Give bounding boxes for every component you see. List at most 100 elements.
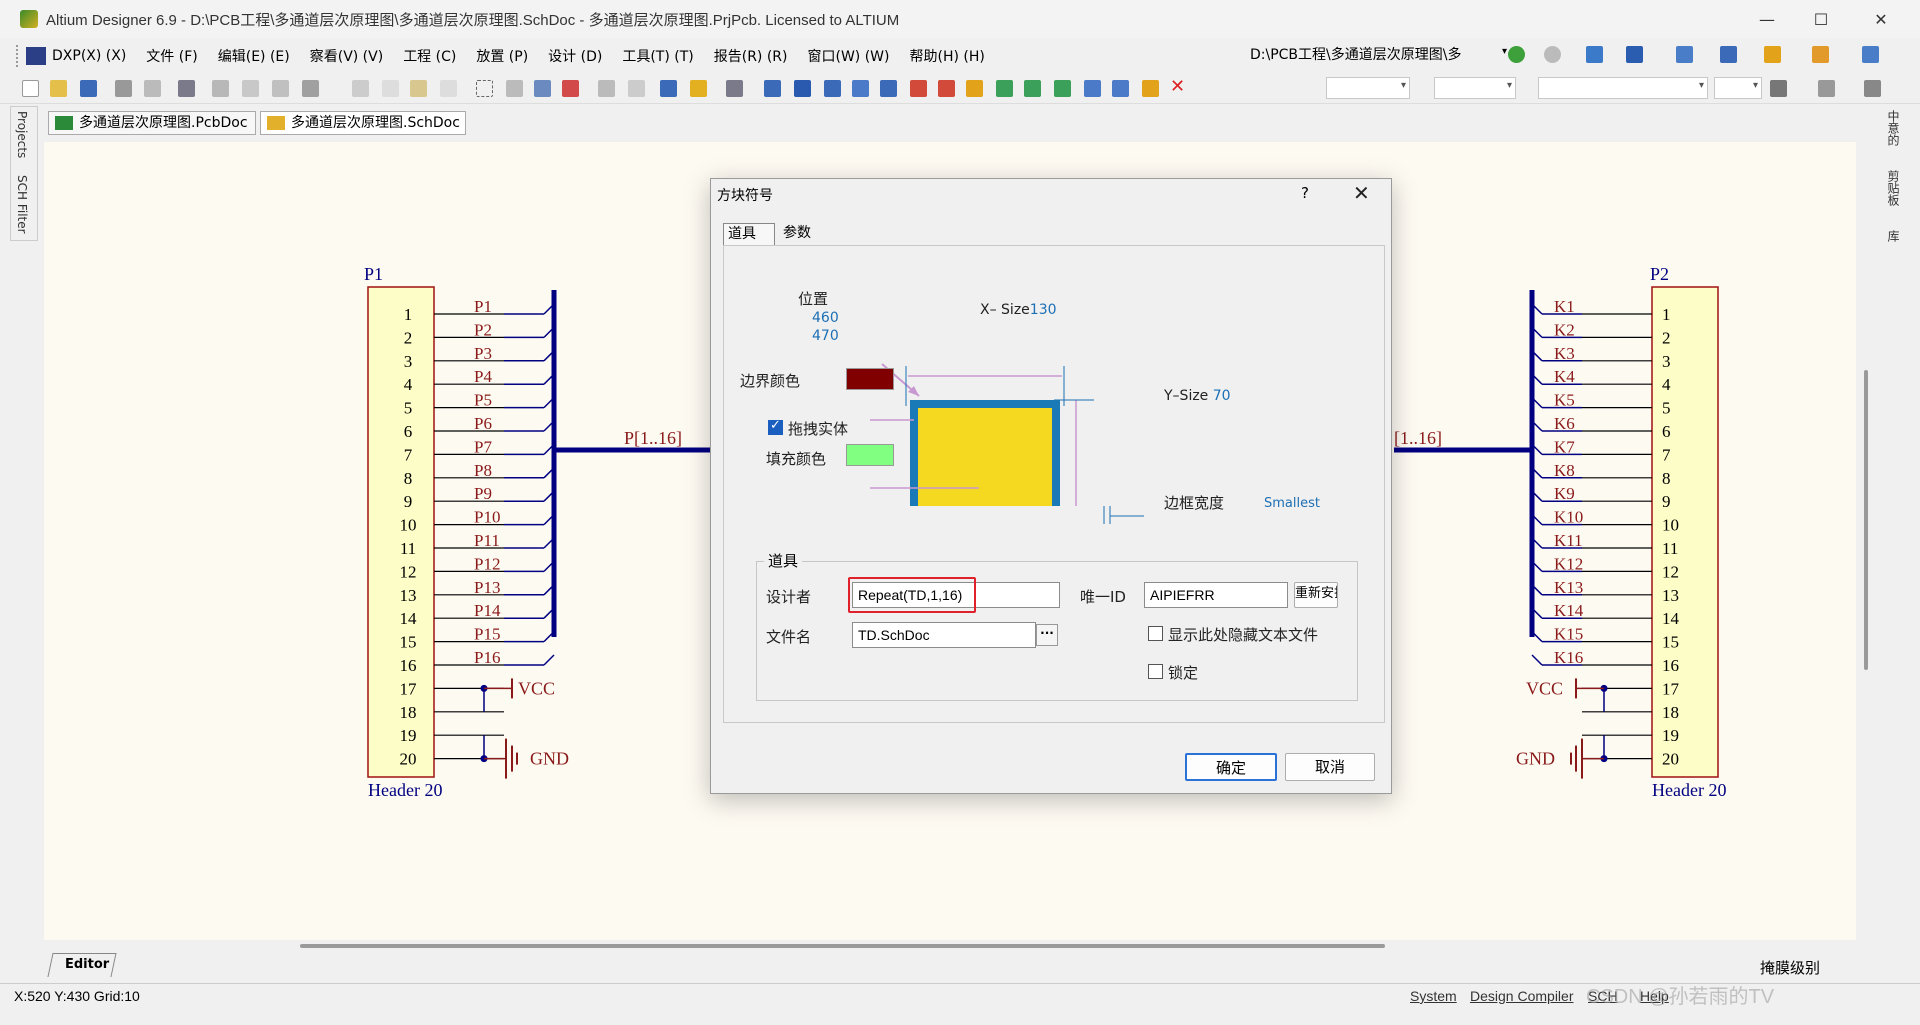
menu-design[interactable]: 设计 (D) bbox=[538, 46, 612, 66]
cut-icon[interactable] bbox=[352, 80, 369, 97]
place-wire-icon[interactable] bbox=[764, 80, 781, 97]
path-dropdown-icon[interactable]: ▾ bbox=[1502, 46, 1507, 57]
mask-level-label[interactable]: 掩膜级别 bbox=[1760, 957, 1820, 978]
place-harness-icon[interactable] bbox=[1084, 80, 1101, 97]
move-icon[interactable] bbox=[506, 80, 523, 97]
menu-file[interactable]: 文件 (F) bbox=[136, 46, 207, 66]
filter-combo-2[interactable] bbox=[1434, 77, 1516, 99]
back-icon[interactable] bbox=[1508, 46, 1525, 63]
library-panel-tab[interactable]: 库 bbox=[1885, 230, 1902, 242]
browse-library-icon[interactable] bbox=[726, 80, 743, 97]
tab-properties[interactable]: 道具 bbox=[723, 223, 775, 245]
horizontal-scrollbar[interactable] bbox=[300, 944, 1385, 948]
zoom-area-icon[interactable] bbox=[242, 80, 259, 97]
select-touching-icon[interactable] bbox=[534, 80, 551, 97]
grid-tool-icon[interactable] bbox=[1862, 46, 1879, 63]
bus-tool-icon[interactable] bbox=[1676, 46, 1693, 63]
zoom-options-icon[interactable] bbox=[302, 80, 319, 97]
clipboard-panel-tab[interactable]: 剪贴板 bbox=[1885, 170, 1902, 206]
xsize-value[interactable]: 130 bbox=[1030, 302, 1057, 318]
print-icon[interactable] bbox=[115, 80, 132, 97]
filter-combo-3[interactable] bbox=[1538, 77, 1708, 99]
editor-tab[interactable]: Editor bbox=[47, 953, 117, 977]
port-tool-icon[interactable] bbox=[1764, 46, 1781, 63]
deselect-icon[interactable] bbox=[562, 80, 579, 97]
favorites-panel-tab[interactable]: 中意的 bbox=[1885, 110, 1902, 146]
menu-reports[interactable]: 报告(R) (R) bbox=[704, 46, 798, 66]
menu-project[interactable]: 工程 (C) bbox=[393, 46, 466, 66]
place-device-sheet-icon[interactable] bbox=[1054, 80, 1071, 97]
place-port-icon[interactable] bbox=[1142, 80, 1159, 97]
place-netlabel-text-icon[interactable] bbox=[880, 80, 897, 97]
align-icon[interactable] bbox=[1864, 80, 1881, 97]
redo-icon[interactable] bbox=[628, 80, 645, 97]
close-window-button[interactable]: ✕ bbox=[1852, 0, 1910, 38]
menu-edit[interactable]: 编辑(E) (E) bbox=[208, 46, 300, 66]
copy-icon[interactable] bbox=[382, 80, 399, 97]
help-button[interactable]: ? bbox=[1301, 184, 1309, 202]
border-width-value[interactable]: Smallest bbox=[1264, 496, 1320, 511]
minimize-button[interactable]: — bbox=[1738, 0, 1796, 38]
fill-color-swatch[interactable] bbox=[846, 444, 894, 466]
home-icon[interactable] bbox=[1586, 46, 1603, 63]
filename-input[interactable]: TD.SchDoc bbox=[852, 622, 1036, 648]
rubber-stamp-icon[interactable] bbox=[440, 80, 457, 97]
place-harness-entry-icon[interactable] bbox=[1112, 80, 1129, 97]
open-project-icon[interactable] bbox=[178, 80, 195, 97]
place-sheet-symbol-icon[interactable] bbox=[996, 80, 1013, 97]
paste-icon[interactable] bbox=[410, 80, 427, 97]
ok-button[interactable]: 确定 bbox=[1185, 753, 1277, 781]
position-y-value[interactable]: 470 bbox=[812, 328, 839, 344]
new-doc-icon[interactable] bbox=[22, 80, 39, 97]
select-area-icon[interactable] bbox=[476, 80, 493, 97]
menu-tools[interactable]: 工具(T) (T) bbox=[612, 46, 703, 66]
ysize-value[interactable]: 70 bbox=[1213, 388, 1231, 404]
save-icon[interactable] bbox=[80, 80, 97, 97]
place-gnd-icon[interactable] bbox=[910, 80, 927, 97]
position-x-value[interactable]: 460 bbox=[812, 310, 839, 326]
directive-tool-icon[interactable] bbox=[1812, 46, 1829, 63]
tab-parameters[interactable]: 参数 bbox=[779, 223, 819, 245]
place-vcc-icon[interactable] bbox=[938, 80, 955, 97]
tab-schdoc[interactable]: 多通道层次原理图.SchDoc bbox=[260, 111, 466, 135]
toolbar-grip[interactable] bbox=[16, 45, 20, 67]
menu-place[interactable]: 放置 (P) bbox=[466, 46, 538, 66]
cross-probe-icon[interactable] bbox=[690, 80, 707, 97]
cancel-button[interactable]: 取消 bbox=[1285, 753, 1375, 781]
open-folder-icon[interactable] bbox=[50, 80, 67, 97]
place-bus-entry-icon[interactable] bbox=[824, 80, 841, 97]
draw-solid-checkbox[interactable] bbox=[768, 418, 783, 435]
border-color-swatch[interactable] bbox=[846, 368, 894, 390]
undo-icon[interactable] bbox=[598, 80, 615, 97]
filter-combo-4[interactable] bbox=[1714, 77, 1762, 99]
sch-filter-panel-tab[interactable]: SCH Filter bbox=[15, 175, 29, 234]
show-hidden-text-checkbox[interactable] bbox=[1148, 626, 1163, 641]
browse-file-button[interactable]: ··· bbox=[1036, 624, 1058, 646]
forward-icon[interactable] bbox=[1544, 46, 1561, 63]
projects-panel-tab[interactable]: Projects bbox=[15, 111, 29, 158]
menu-dxp[interactable]: DXP(X) (X) bbox=[50, 48, 136, 64]
vertical-scrollbar[interactable] bbox=[1864, 370, 1868, 670]
no-erc-icon[interactable]: ✕ bbox=[1170, 78, 1187, 97]
reset-unique-id-button[interactable]: 重新安排 bbox=[1294, 582, 1338, 608]
place-part-icon[interactable] bbox=[966, 80, 983, 97]
place-bus-icon[interactable] bbox=[794, 80, 811, 97]
menu-window[interactable]: 窗口(W) (W) bbox=[798, 46, 900, 66]
zoom-selected-icon[interactable] bbox=[272, 80, 289, 97]
menu-help[interactable]: 帮助(H) (H) bbox=[899, 46, 994, 66]
design-compiler-button[interactable]: Design Compiler bbox=[1470, 988, 1573, 1008]
unique-id-input[interactable]: AIPIEFRR bbox=[1144, 582, 1288, 608]
place-sheet-entry-icon[interactable] bbox=[1024, 80, 1041, 97]
print-preview-icon[interactable] bbox=[144, 80, 161, 97]
path-combo[interactable]: D:\PCB工程\多通道层次原理图\多 bbox=[1250, 44, 1500, 66]
dialog-close-button[interactable]: ✕ bbox=[1353, 181, 1370, 205]
tab-pcbdoc[interactable]: 多通道层次原理图.PcbDoc bbox=[48, 111, 256, 135]
system-panel-button[interactable]: System bbox=[1410, 988, 1457, 1008]
menu-view[interactable]: 察看(V) (V) bbox=[300, 46, 393, 66]
ground-tool-icon[interactable] bbox=[1720, 46, 1737, 63]
line-width-icon[interactable] bbox=[1818, 80, 1835, 97]
maximize-button[interactable]: ☐ bbox=[1792, 0, 1850, 38]
zoom-fit-icon[interactable] bbox=[212, 80, 229, 97]
wire-tool-icon[interactable] bbox=[1626, 46, 1643, 63]
lock-checkbox[interactable] bbox=[1148, 664, 1163, 679]
